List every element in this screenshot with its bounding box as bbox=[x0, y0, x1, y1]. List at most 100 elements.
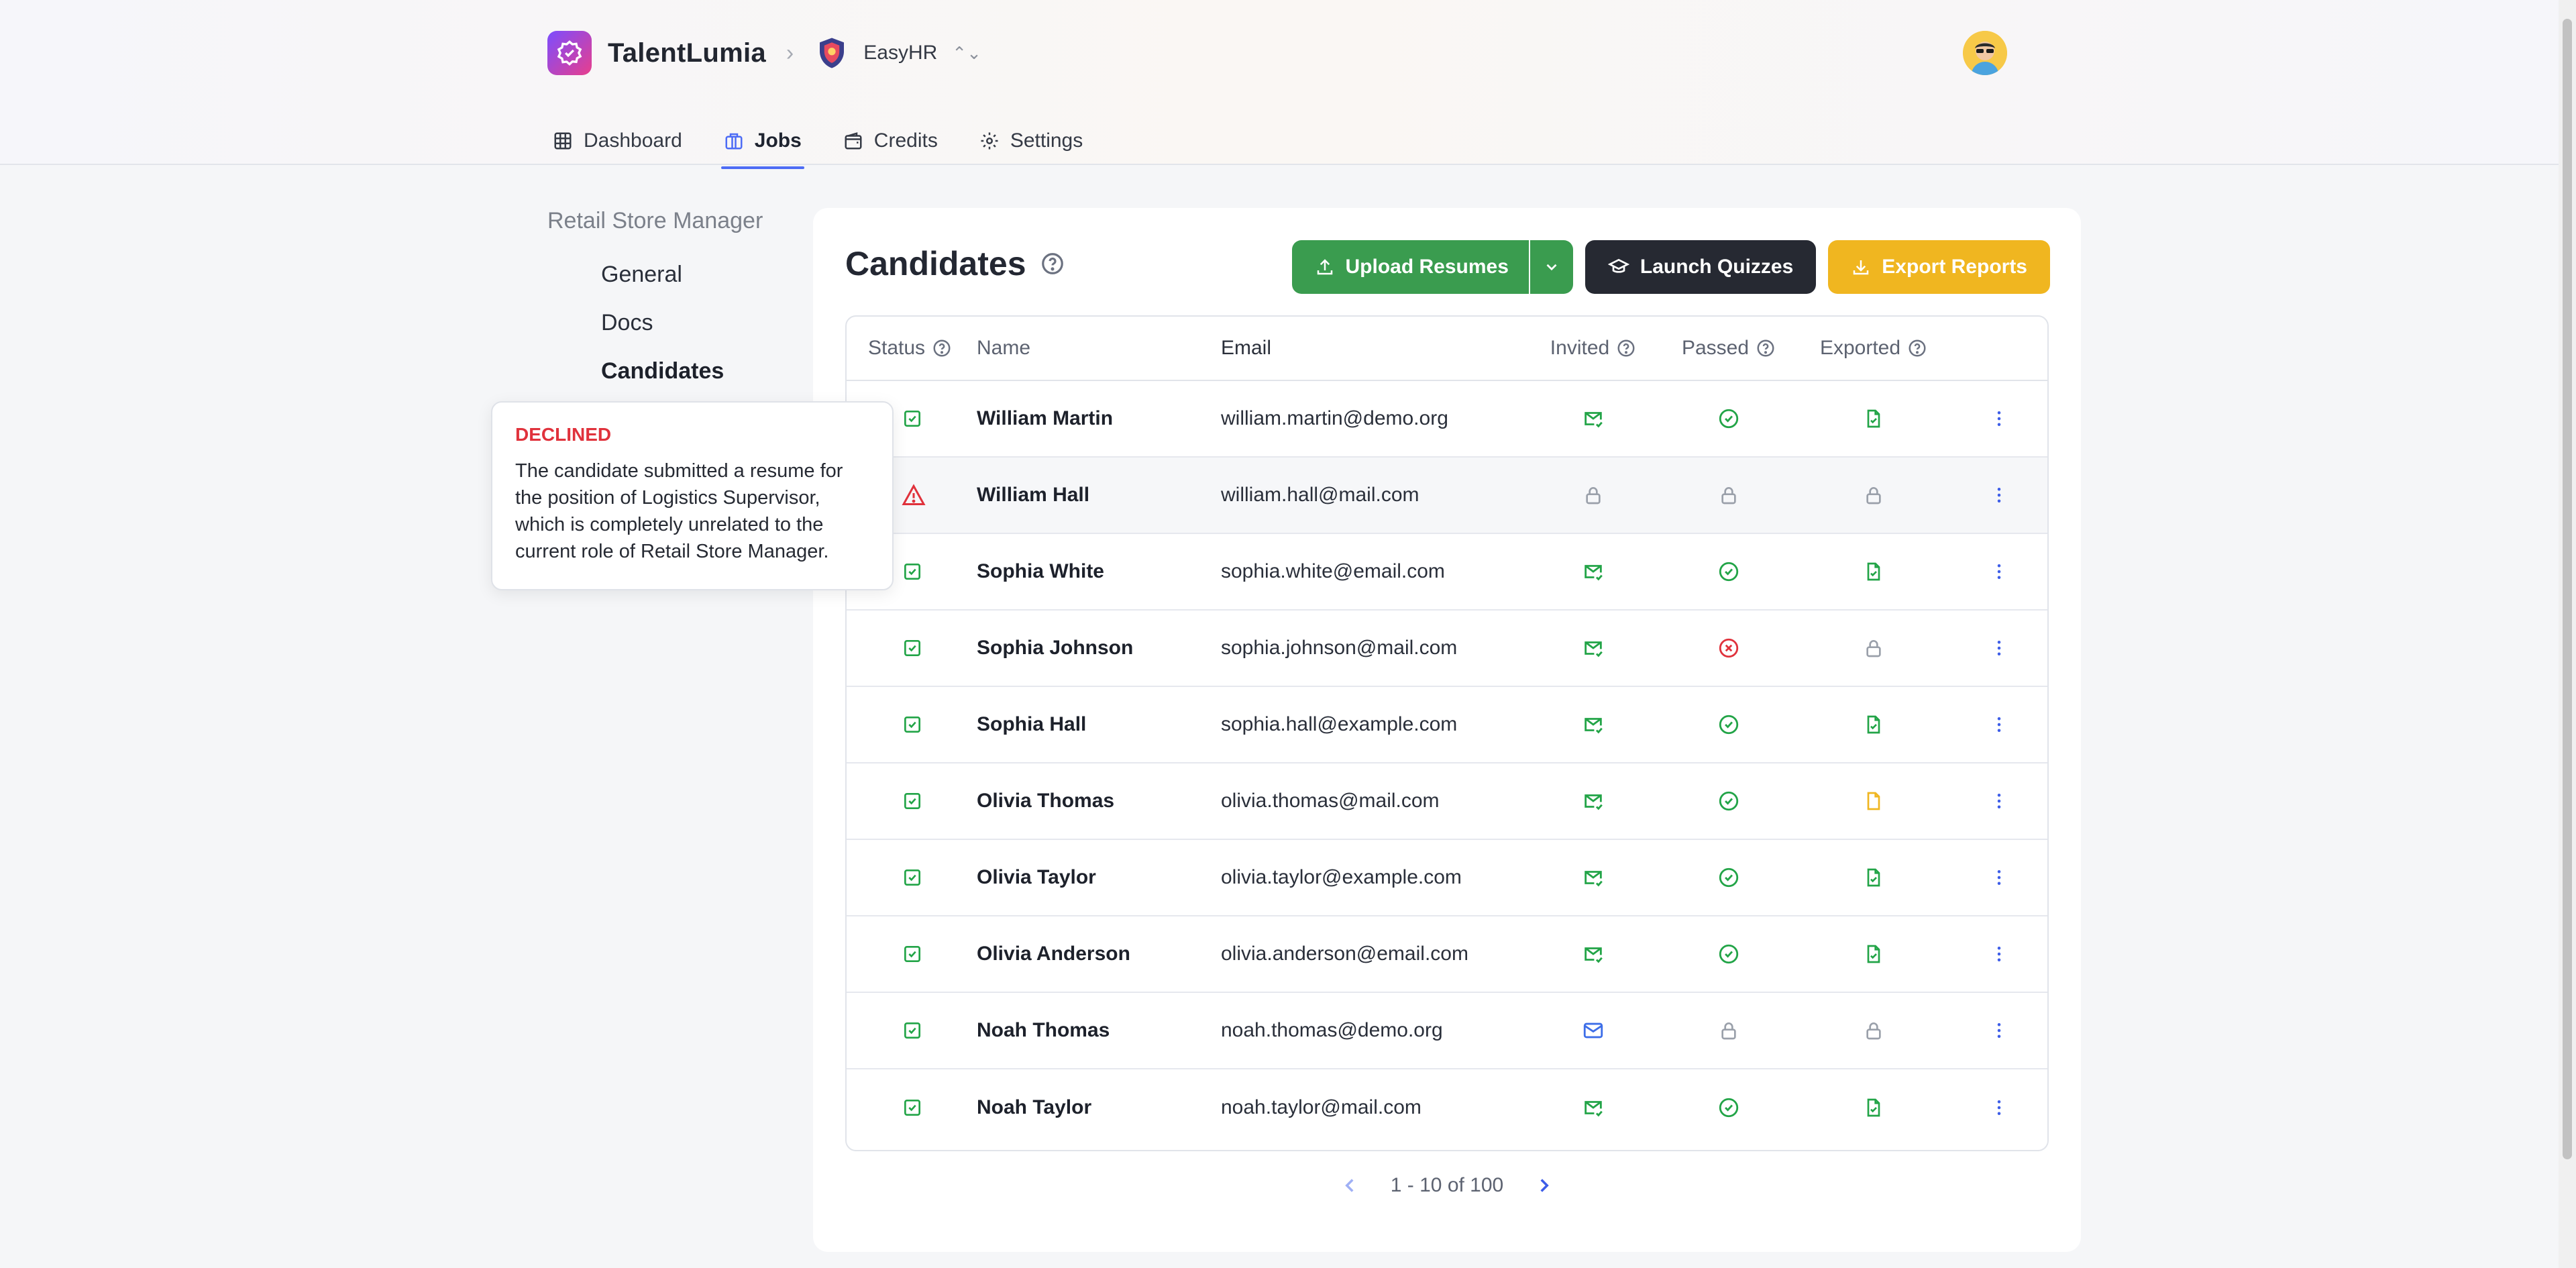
cell-name[interactable]: Olivia Taylor bbox=[977, 866, 1221, 889]
brand: TalentLumia › EasyHR ⌃⌄ bbox=[547, 31, 981, 75]
cell-status[interactable] bbox=[847, 637, 977, 659]
cell-status[interactable] bbox=[847, 714, 977, 735]
more-vertical-icon[interactable] bbox=[1989, 867, 2009, 888]
row-menu-button[interactable] bbox=[1951, 638, 2047, 658]
cell-invited bbox=[1525, 484, 1661, 506]
avatar[interactable] bbox=[1963, 31, 2007, 75]
help-icon[interactable] bbox=[1040, 251, 1065, 276]
mail-check-icon bbox=[1582, 943, 1605, 965]
more-vertical-icon[interactable] bbox=[1989, 409, 2009, 429]
table-row[interactable]: Sophia Hall sophia.hall@example.com bbox=[847, 687, 2047, 763]
cell-invited bbox=[1525, 407, 1661, 430]
cell-status[interactable] bbox=[847, 867, 977, 888]
upload-options-button[interactable] bbox=[1529, 240, 1573, 294]
candidates-card: Candidates Upload Resumes Launch Quizzes… bbox=[813, 208, 2081, 1252]
cell-name[interactable]: William Martin bbox=[977, 407, 1221, 430]
cell-name[interactable]: Olivia Anderson bbox=[977, 943, 1221, 965]
checkbox-icon[interactable] bbox=[902, 714, 923, 735]
table-row[interactable]: William Hall william.hall@mail.com bbox=[847, 458, 2047, 534]
sidebar-item-general[interactable]: General bbox=[601, 250, 763, 299]
job-title[interactable]: Retail Store Manager bbox=[547, 208, 763, 234]
row-menu-button[interactable] bbox=[1951, 1020, 2047, 1041]
more-vertical-icon[interactable] bbox=[1989, 485, 2009, 505]
row-menu-button[interactable] bbox=[1951, 867, 2047, 888]
table-row[interactable]: Noah Taylor noah.taylor@mail.com bbox=[847, 1069, 2047, 1146]
lock-icon bbox=[1718, 1020, 1739, 1041]
cell-name[interactable]: Sophia White bbox=[977, 560, 1221, 583]
table-row[interactable]: Noah Thomas noah.thomas@demo.org bbox=[847, 993, 2047, 1069]
checkbox-icon[interactable] bbox=[902, 637, 923, 659]
cell-name[interactable]: Sophia Hall bbox=[977, 713, 1221, 736]
cell-name[interactable]: Noah Thomas bbox=[977, 1019, 1221, 1042]
prev-page-icon[interactable] bbox=[1338, 1174, 1361, 1197]
table-row[interactable]: Sophia White sophia.white@email.com bbox=[847, 534, 2047, 611]
checkbox-icon[interactable] bbox=[902, 867, 923, 888]
table-row[interactable]: Olivia Anderson olivia.anderson@email.com bbox=[847, 916, 2047, 993]
row-menu-button[interactable] bbox=[1951, 944, 2047, 964]
more-vertical-icon[interactable] bbox=[1989, 715, 2009, 735]
nav-dashboard[interactable]: Dashboard bbox=[553, 118, 682, 164]
table-row[interactable]: Sophia Johnson sophia.johnson@mail.com bbox=[847, 611, 2047, 687]
sidebar-item-docs[interactable]: Docs bbox=[601, 299, 763, 347]
scroll-thumb[interactable] bbox=[2563, 19, 2572, 1159]
checkbox-icon[interactable] bbox=[902, 943, 923, 965]
export-label: Export Reports bbox=[1882, 256, 2027, 278]
checkbox-icon[interactable] bbox=[902, 1020, 923, 1041]
nav-jobs[interactable]: Jobs bbox=[720, 118, 804, 169]
cell-passed bbox=[1661, 1020, 1796, 1041]
more-vertical-icon[interactable] bbox=[1989, 944, 2009, 964]
checkbox-icon[interactable] bbox=[902, 561, 923, 582]
help-icon[interactable] bbox=[1756, 338, 1776, 358]
more-vertical-icon[interactable] bbox=[1989, 562, 2009, 582]
cell-status[interactable] bbox=[847, 1020, 977, 1041]
quiz-label: Launch Quizzes bbox=[1640, 256, 1794, 278]
cell-name[interactable]: Noah Taylor bbox=[977, 1096, 1221, 1119]
cell-exported bbox=[1796, 867, 1951, 888]
brand-name[interactable]: TalentLumia bbox=[608, 38, 766, 68]
cell-name[interactable]: William Hall bbox=[977, 484, 1221, 507]
cell-status[interactable] bbox=[847, 943, 977, 965]
more-vertical-icon[interactable] bbox=[1989, 638, 2009, 658]
more-vertical-icon[interactable] bbox=[1989, 1020, 2009, 1041]
row-menu-button[interactable] bbox=[1951, 409, 2047, 429]
checkbox-icon[interactable] bbox=[902, 408, 923, 429]
cell-invited bbox=[1525, 713, 1661, 736]
row-menu-button[interactable] bbox=[1951, 1098, 2047, 1118]
checkbox-icon[interactable] bbox=[902, 1097, 923, 1118]
cell-name[interactable]: Sophia Johnson bbox=[977, 637, 1221, 659]
col-name[interactable]: Name bbox=[977, 337, 1221, 360]
help-icon[interactable] bbox=[1616, 338, 1636, 358]
cell-status[interactable] bbox=[847, 790, 977, 812]
more-vertical-icon[interactable] bbox=[1989, 1098, 2009, 1118]
row-menu-button[interactable] bbox=[1951, 485, 2047, 505]
upload-resumes-button[interactable]: Upload Resumes bbox=[1291, 240, 1529, 294]
table-row[interactable]: Olivia Taylor olivia.taylor@example.com bbox=[847, 840, 2047, 916]
launch-quizzes-button[interactable]: Launch Quizzes bbox=[1585, 240, 1817, 294]
export-reports-button[interactable]: Export Reports bbox=[1828, 240, 2050, 294]
row-menu-button[interactable] bbox=[1951, 715, 2047, 735]
row-menu-button[interactable] bbox=[1951, 791, 2047, 811]
check-circle-icon bbox=[1717, 1096, 1740, 1119]
nav-label: Credits bbox=[873, 129, 938, 152]
cell-email: olivia.anderson@email.com bbox=[1221, 943, 1468, 965]
help-icon[interactable] bbox=[932, 338, 952, 358]
warning-icon[interactable] bbox=[902, 483, 926, 507]
table-row[interactable]: William Martin william.martin@demo.org bbox=[847, 381, 2047, 458]
help-icon[interactable] bbox=[1907, 338, 1927, 358]
col-email[interactable]: Email bbox=[1221, 337, 1525, 360]
checkbox-icon[interactable] bbox=[902, 790, 923, 812]
table-row[interactable]: Olivia Thomas olivia.thomas@mail.com bbox=[847, 763, 2047, 840]
brand-logo-icon[interactable] bbox=[547, 31, 592, 75]
more-vertical-icon[interactable] bbox=[1989, 791, 2009, 811]
nav-credits[interactable]: Credits bbox=[843, 118, 938, 164]
cell-name[interactable]: Olivia Thomas bbox=[977, 790, 1221, 812]
row-menu-button[interactable] bbox=[1951, 562, 2047, 582]
check-circle-icon bbox=[1717, 560, 1740, 583]
next-page-icon[interactable] bbox=[1533, 1174, 1556, 1197]
page-scrollbar[interactable] bbox=[2559, 0, 2576, 1268]
nav-settings[interactable]: Settings bbox=[979, 118, 1083, 164]
cell-exported bbox=[1796, 1020, 1951, 1041]
cell-status[interactable] bbox=[847, 1097, 977, 1118]
org-switcher[interactable]: EasyHR ⌃⌄ bbox=[814, 35, 981, 71]
sidebar-item-candidates[interactable]: Candidates bbox=[601, 347, 763, 395]
